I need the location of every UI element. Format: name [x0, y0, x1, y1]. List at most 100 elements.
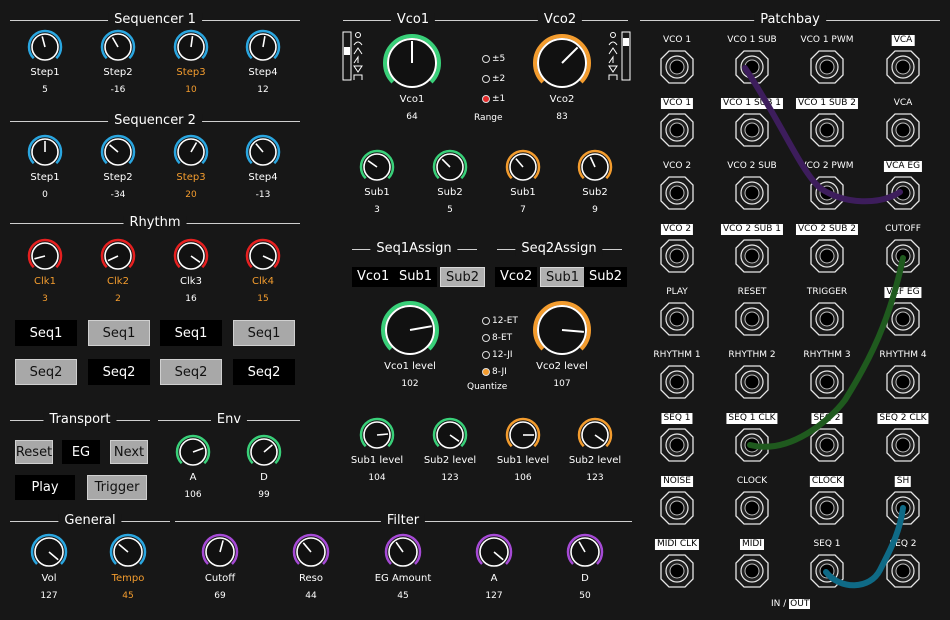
vco2-knob[interactable]: Vco2 83 — [519, 33, 605, 123]
patch-jack[interactable] — [733, 111, 771, 149]
vco1-level-knob[interactable]: Vco1 level 102 — [367, 300, 453, 390]
jack-icon — [810, 428, 844, 462]
patch-jack[interactable] — [658, 363, 696, 401]
sequencer1-title: Sequencer 1 — [108, 13, 202, 27]
knob-icon — [359, 417, 395, 449]
patch-jack[interactable] — [884, 48, 922, 86]
seq1-step4-knob[interactable]: Step4 12 — [220, 28, 306, 96]
env-d-knob[interactable]: D 99 — [221, 433, 307, 501]
sub-knob-4[interactable]: Sub2 9 — [552, 148, 638, 216]
patch-jack[interactable] — [808, 237, 846, 275]
patch-jack[interactable] — [658, 48, 696, 86]
filter-knob-2-label: Reso — [299, 573, 323, 584]
quantize-label-4: 8-JI — [492, 367, 507, 377]
patch-jack[interactable] — [808, 48, 846, 86]
seq1assign-sub1[interactable]: Sub1 — [394, 267, 438, 287]
patch-jack[interactable] — [808, 426, 846, 464]
filter-knob-4[interactable]: A 127 — [451, 532, 537, 602]
patch-jack[interactable] — [658, 174, 696, 212]
patch-jack[interactable] — [658, 237, 696, 275]
patch-jack[interactable] — [808, 552, 846, 590]
patch-jack[interactable] — [884, 489, 922, 527]
eg-button[interactable]: EG — [62, 440, 100, 464]
quantize-option-2[interactable]: 8-ET — [482, 333, 512, 343]
seq2assign-sub2[interactable]: Sub2 — [584, 267, 628, 287]
seq1assign-vco1[interactable]: Vco1 — [352, 267, 395, 287]
seq1-step4-knob-value: 12 — [257, 85, 269, 95]
quantize-label-2: 8-ET — [492, 333, 513, 343]
rhythm-row2-button-3[interactable]: Seq2 — [160, 359, 222, 385]
filter-knob-5[interactable]: D 50 — [542, 532, 628, 602]
patch-jack[interactable] — [884, 237, 922, 275]
general-vol-knob[interactable]: Vol 127 — [6, 532, 92, 602]
general-tempo-knob[interactable]: Tempo 45 — [85, 532, 171, 602]
patch-jack[interactable] — [658, 426, 696, 464]
patch-jack[interactable] — [808, 300, 846, 338]
seq1assign-sub2[interactable]: Sub2 — [440, 267, 486, 287]
play-button[interactable]: Play — [15, 475, 75, 500]
patch-jack[interactable] — [733, 48, 771, 86]
vco2-level-knob[interactable]: Vco2 level 107 — [519, 300, 605, 390]
patch-jack[interactable] — [658, 300, 696, 338]
seq2-step4-knob[interactable]: Step4 -13 — [220, 133, 306, 201]
patch-jack[interactable] — [733, 552, 771, 590]
range-option-1[interactable]: ±5 — [482, 54, 505, 64]
trigger-button[interactable]: Trigger — [87, 475, 147, 500]
patch-jack[interactable] — [884, 426, 922, 464]
rhythm-row1-button-1[interactable]: Seq1 — [15, 320, 77, 346]
jack-label: SEQ 1 CLK — [726, 413, 778, 424]
patch-jack[interactable] — [808, 363, 846, 401]
knob-icon — [383, 34, 441, 88]
patch-jack[interactable] — [658, 552, 696, 590]
range-option-2[interactable]: ±2 — [482, 74, 505, 84]
rhythm-row1-button-4[interactable]: Seq1 — [233, 320, 295, 346]
patch-jack[interactable] — [884, 363, 922, 401]
jack-label: VCO 1 — [660, 98, 694, 109]
next-button[interactable]: Next — [110, 440, 148, 464]
quantize-option-3[interactable]: 12-JI — [482, 350, 513, 360]
patch-jack[interactable] — [884, 174, 922, 212]
knob-icon — [201, 533, 239, 567]
patch-jack[interactable] — [884, 552, 922, 590]
seq2assign-vco2[interactable]: Vco2 — [495, 267, 538, 287]
patch-jack[interactable] — [884, 300, 922, 338]
patch-jack[interactable] — [733, 426, 771, 464]
patch-jack[interactable] — [733, 300, 771, 338]
filter-knob-1[interactable]: Cutoff 69 — [177, 532, 263, 602]
level-knob-4[interactable]: Sub2 level 123 — [552, 416, 638, 484]
rhythm-clk4-knob[interactable]: Clk4 15 — [220, 237, 306, 305]
vco2-waveform-selector[interactable] — [608, 30, 632, 82]
jack-label: VCO 2 — [660, 224, 694, 235]
seq1-step4-knob-label: Step4 — [248, 67, 278, 78]
patch-jack[interactable] — [733, 363, 771, 401]
patch-jack[interactable] — [658, 111, 696, 149]
patch-jack[interactable] — [884, 111, 922, 149]
quantize-option-1[interactable]: 12-ET — [482, 316, 518, 326]
patch-jack[interactable] — [658, 489, 696, 527]
patch-jack[interactable] — [733, 237, 771, 275]
filter-knob-1-value: 69 — [214, 591, 226, 601]
reset-button[interactable]: Reset — [15, 440, 53, 464]
filter-knob-2[interactable]: Reso 44 — [268, 532, 354, 602]
vco1-knob[interactable]: Vco1 64 — [369, 33, 455, 123]
patch-jack[interactable] — [733, 174, 771, 212]
range-option-3[interactable]: ±1 — [482, 94, 505, 104]
rhythm-row2-button-1[interactable]: Seq2 — [15, 359, 77, 385]
rhythm-row1-button-3[interactable]: Seq1 — [160, 320, 222, 346]
jack-icon — [810, 302, 844, 336]
patch-jack[interactable] — [808, 174, 846, 212]
rhythm-row1-button-2[interactable]: Seq1 — [88, 320, 150, 346]
patch-jack[interactable] — [808, 489, 846, 527]
vco1-waveform-selector[interactable] — [342, 30, 366, 82]
jack-label: RHYTHM 3 — [803, 350, 851, 360]
jack-icon — [810, 50, 844, 84]
quantize-option-4[interactable]: 8-JI — [482, 367, 507, 377]
general-title: General — [58, 514, 122, 528]
rhythm-title: Rhythm — [123, 216, 187, 230]
rhythm-row2-button-4[interactable]: Seq2 — [233, 359, 295, 385]
patch-jack[interactable] — [733, 489, 771, 527]
seq2assign-sub1[interactable]: Sub1 — [540, 267, 586, 287]
filter-knob-3[interactable]: EG Amount 45 — [360, 532, 446, 602]
patch-jack[interactable] — [808, 111, 846, 149]
rhythm-row2-button-2[interactable]: Seq2 — [88, 359, 150, 385]
